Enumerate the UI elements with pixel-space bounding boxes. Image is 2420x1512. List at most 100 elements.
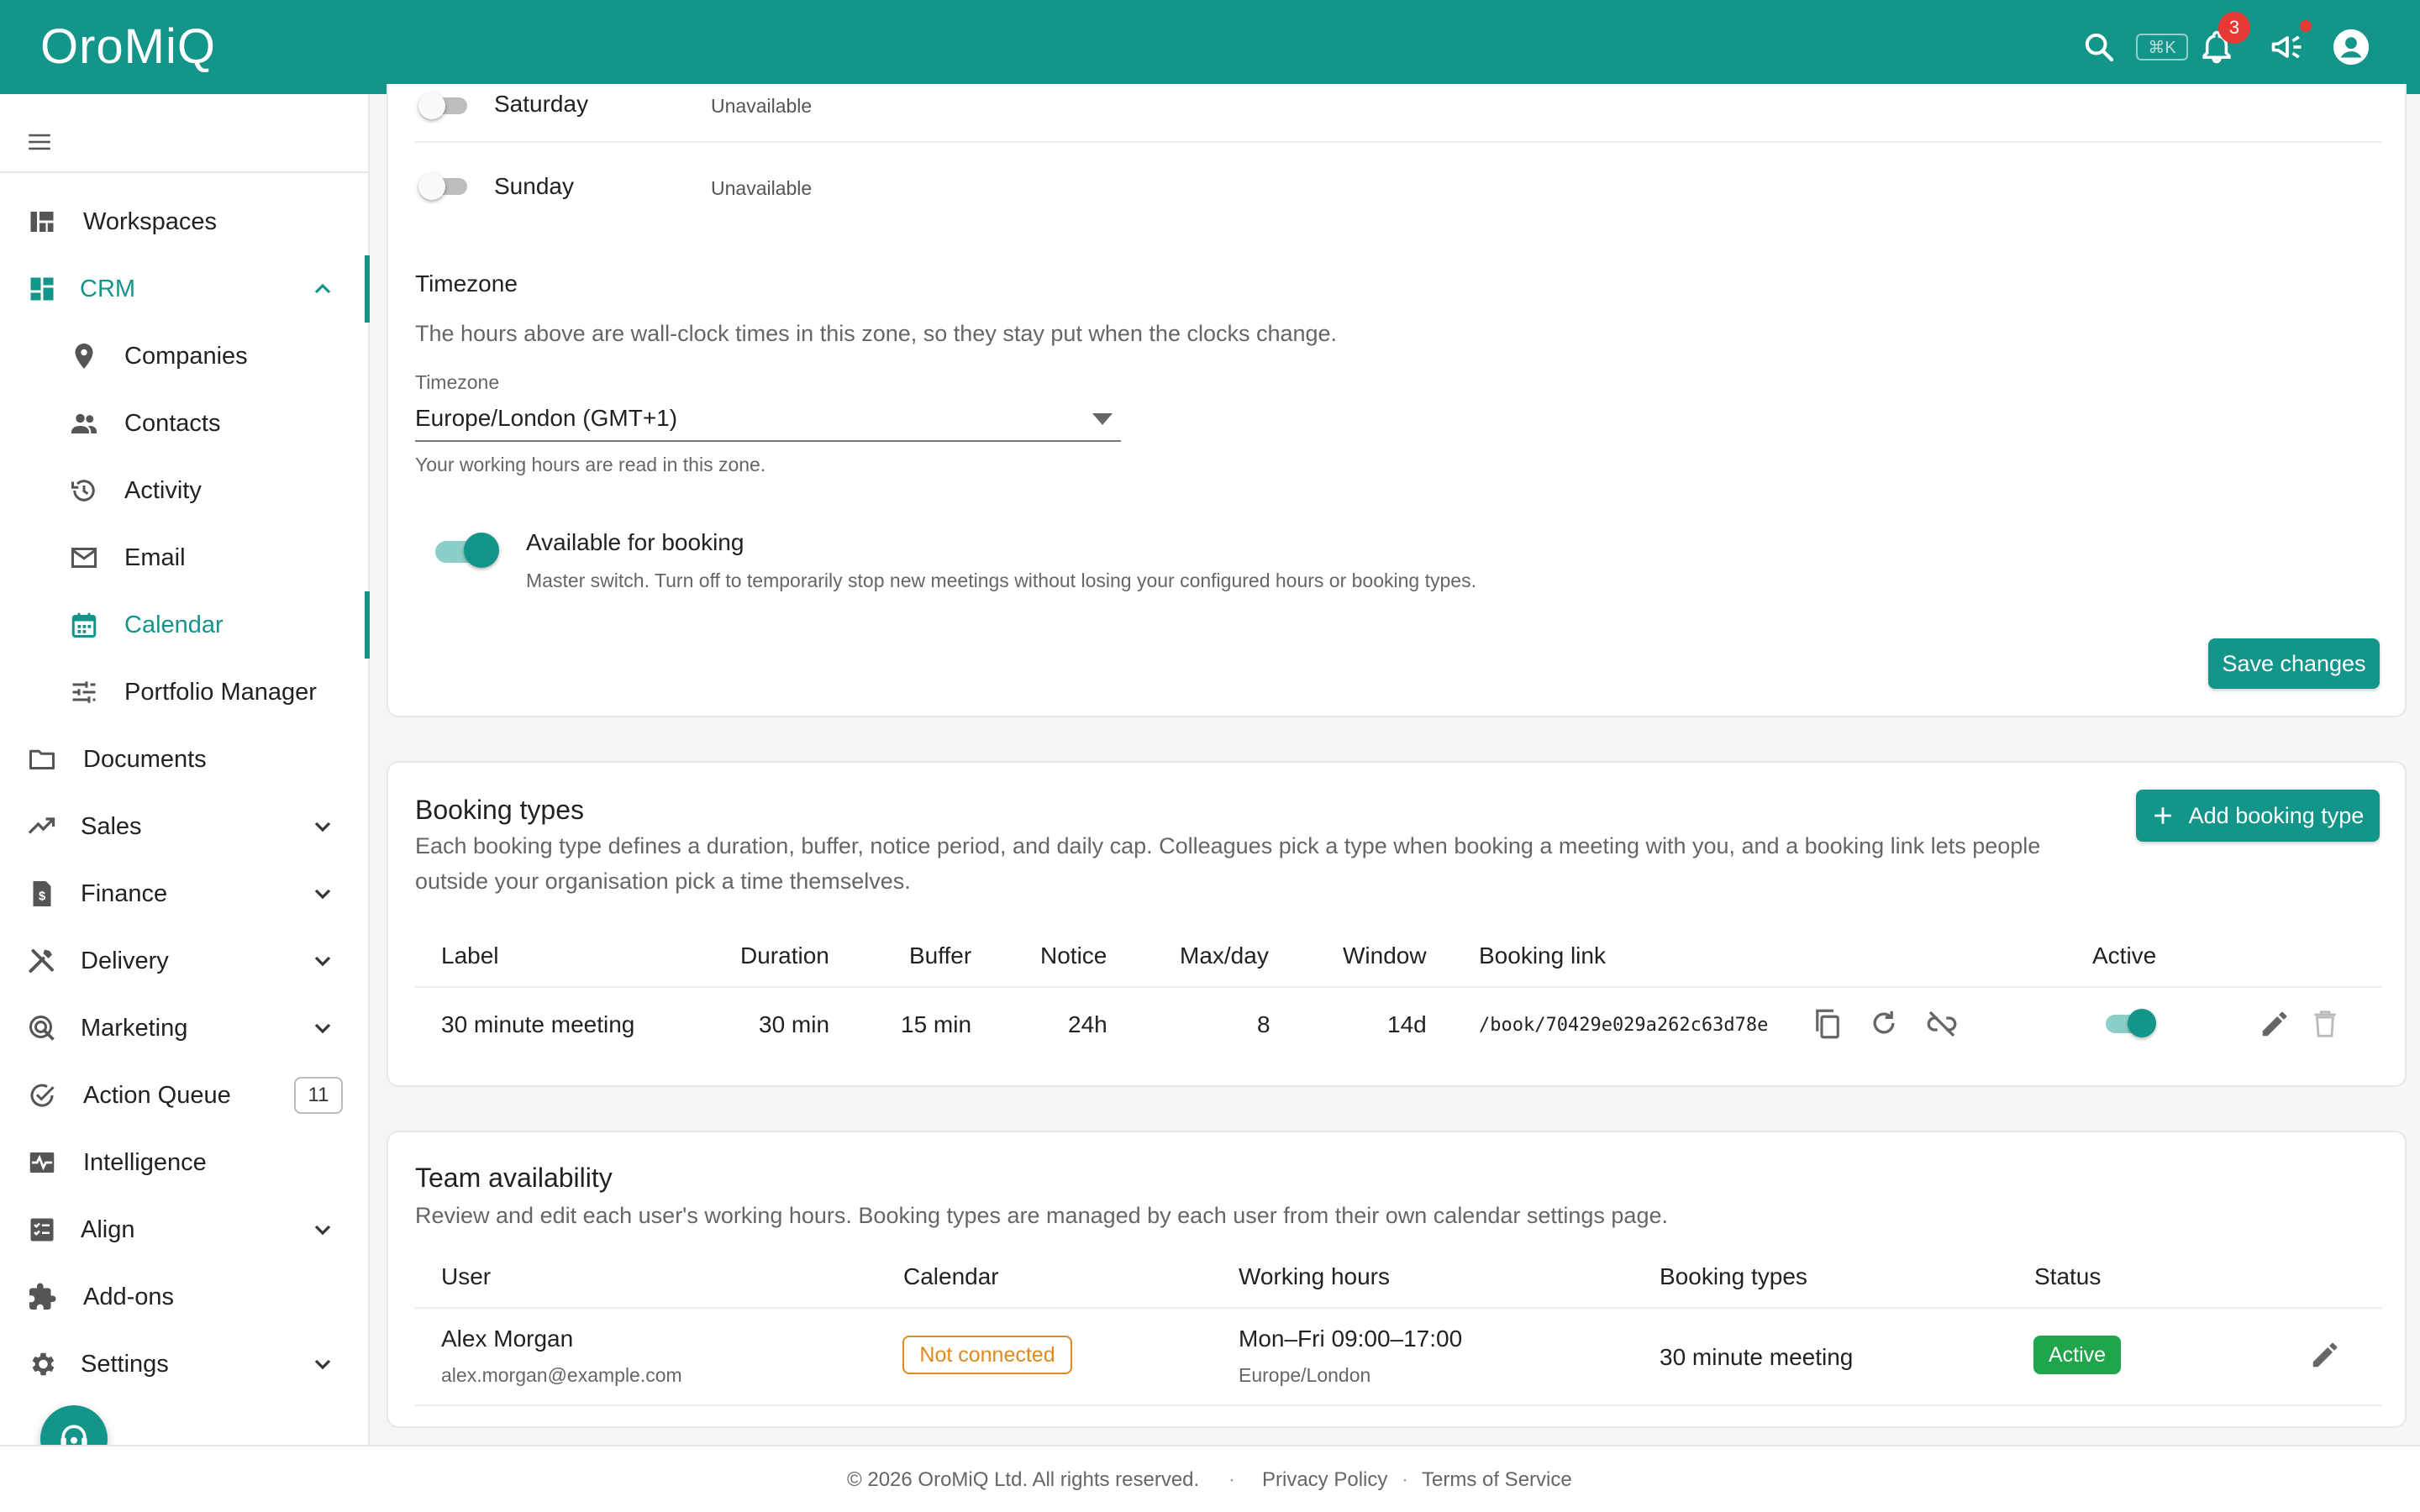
delete-icon[interactable] [2309, 1008, 2341, 1044]
sidebar-item-label: Sales [81, 813, 142, 840]
column-header-buffer: Buffer [909, 942, 972, 969]
booking-type-duration: 30 min [759, 1011, 830, 1037]
sidebar-item-settings[interactable]: Settings [0, 1331, 370, 1398]
sidebar-item-label: Calendar [124, 612, 224, 638]
add-booking-type-button[interactable]: Add booking type [2136, 790, 2380, 842]
sidebar-item-delivery[interactable]: Delivery [0, 927, 370, 995]
working-hours-card: Saturday Unavailable Sunday Unavailable … [387, 84, 2407, 717]
active-item-indicator [365, 591, 370, 659]
chevron-down-icon [309, 1351, 336, 1378]
sidebar-item-activity[interactable]: Activity [0, 457, 370, 524]
sidebar-item-label: Contacts [124, 410, 221, 437]
booking-link[interactable]: /book/70429e029a262c63d78e [1479, 1015, 1768, 1036]
search-icon[interactable] [2077, 25, 2121, 69]
plus-icon [2152, 805, 2174, 827]
sidebar-item-intelligence[interactable]: Intelligence [0, 1129, 370, 1196]
timezone-description: The hours above are wall-clock times in … [415, 321, 1338, 346]
folder-icon [27, 744, 57, 774]
shortcut-hint[interactable]: ⌘K [2136, 34, 2188, 60]
user-name: Alex Morgan [441, 1326, 574, 1352]
timezone-selected-value: Europe/London (GMT+1) [415, 405, 678, 431]
sidebar-item-sales[interactable]: Sales [0, 793, 370, 860]
chevron-down-icon [309, 948, 336, 974]
day-status: Unavailable [711, 177, 813, 199]
sidebar-item-companies[interactable]: Companies [0, 323, 370, 390]
booking-types-description-line1: Each booking type defines a duration, bu… [415, 833, 2041, 858]
menu-icon[interactable] [25, 128, 54, 156]
booking-type-active-toggle[interactable] [2102, 1006, 2156, 1040]
sidebar-item-workspaces[interactable]: Workspaces [0, 188, 370, 255]
target-icon [27, 1013, 57, 1043]
sidebar-item-label: Intelligence [83, 1149, 207, 1176]
chevron-down-icon [309, 813, 336, 840]
team-availability-title: Team availability [415, 1163, 613, 1193]
checklist-icon [27, 1215, 57, 1245]
timezone-select[interactable]: Europe/London (GMT+1) [415, 396, 1121, 442]
regenerate-icon[interactable] [1867, 1006, 1901, 1044]
sidebar-item-email[interactable]: Email [0, 524, 370, 591]
booking-types-description-line2: outside your organisation pick a time th… [415, 869, 911, 894]
sidebar-item-label: Add-ons [83, 1284, 175, 1310]
booking-types-title: Booking types [415, 795, 585, 825]
edit-icon[interactable] [2259, 1008, 2291, 1044]
sidebar-item-add-ons[interactable]: Add-ons [0, 1263, 370, 1331]
column-header-max-day: Max/day [1180, 942, 1269, 969]
sidebar-item-calendar[interactable]: Calendar [0, 591, 370, 659]
sunday-toggle[interactable] [418, 171, 469, 202]
saturday-toggle[interactable] [418, 91, 469, 121]
column-header-booking-link: Booking link [1479, 942, 1606, 969]
copy-icon[interactable] [1810, 1006, 1845, 1046]
working-hours-timezone: Europe/London [1239, 1364, 1371, 1386]
sidebar-item-documents[interactable]: Documents [0, 726, 370, 793]
sidebar-item-label: Workspaces [83, 208, 218, 235]
sidebar-item-portfolio-manager[interactable]: Portfolio Manager [0, 659, 370, 726]
notification-count-badge: 3 [2218, 12, 2250, 44]
day-label: Saturday [494, 91, 589, 117]
puzzle-icon [27, 1282, 57, 1312]
trending-up-icon [27, 811, 57, 842]
privacy-policy-link[interactable]: Privacy Policy [1262, 1468, 1387, 1492]
terms-of-service-link[interactable]: Terms of Service [1422, 1468, 1572, 1492]
footer-separator: · [1402, 1468, 1408, 1491]
user-email: alex.morgan@example.com [441, 1364, 682, 1386]
announcement-dot [2300, 20, 2312, 32]
sidebar-item-label: Portfolio Manager [124, 679, 317, 706]
booking-switch-description: Master switch. Turn off to temporarily s… [526, 570, 1476, 591]
sidebar-item-contacts[interactable]: Contacts [0, 390, 370, 457]
day-label: Sunday [494, 173, 574, 199]
team-availability-description: Review and edit each user's working hour… [415, 1203, 1668, 1228]
footer-separator: · [1228, 1468, 1235, 1491]
booking-type-buffer: 15 min [901, 1011, 972, 1037]
booking-type-notice: 24h [1068, 1011, 1107, 1037]
available-for-booking-toggle[interactable] [432, 531, 499, 571]
calendar-status-chip: Not connected [902, 1336, 1072, 1374]
active-section-indicator [365, 255, 370, 323]
chevron-down-icon [309, 880, 336, 907]
account-icon[interactable] [2329, 25, 2373, 69]
add-booking-type-label: Add booking type [2188, 802, 2365, 828]
row-divider [415, 1404, 2381, 1406]
sidebar-divider [0, 171, 368, 173]
top-app-bar: OroMiQ ⌘K 3 [0, 0, 2420, 94]
tune-icon [69, 677, 99, 707]
edit-icon[interactable] [2309, 1339, 2341, 1375]
location-pin-icon [69, 341, 99, 371]
sidebar-item-align[interactable]: Align [0, 1196, 370, 1263]
row-divider [415, 141, 2381, 143]
save-changes-button[interactable]: Save changes [2208, 638, 2380, 689]
sidebar-item-finance[interactable]: $ Finance [0, 860, 370, 927]
sidebar-item-marketing[interactable]: Marketing [0, 995, 370, 1062]
sidebar-item-action-queue[interactable]: Action Queue 11 [0, 1062, 370, 1129]
megaphone-icon[interactable] [2265, 25, 2309, 69]
link-off-icon[interactable] [1924, 1006, 1960, 1046]
sidebar-item-label: Companies [124, 343, 248, 370]
check-circle-icon [27, 1080, 57, 1110]
column-header-status: Status [2034, 1263, 2102, 1289]
column-header-calendar: Calendar [903, 1263, 999, 1289]
table-header-divider [415, 986, 2381, 988]
sidebar-item-crm[interactable]: CRM [0, 255, 370, 323]
sidebar-item-label: Activity [124, 477, 202, 504]
column-header-booking-types: Booking types [1660, 1263, 1807, 1289]
app-logo[interactable]: OroMiQ [40, 18, 216, 75]
column-header-label: Label [441, 942, 499, 969]
